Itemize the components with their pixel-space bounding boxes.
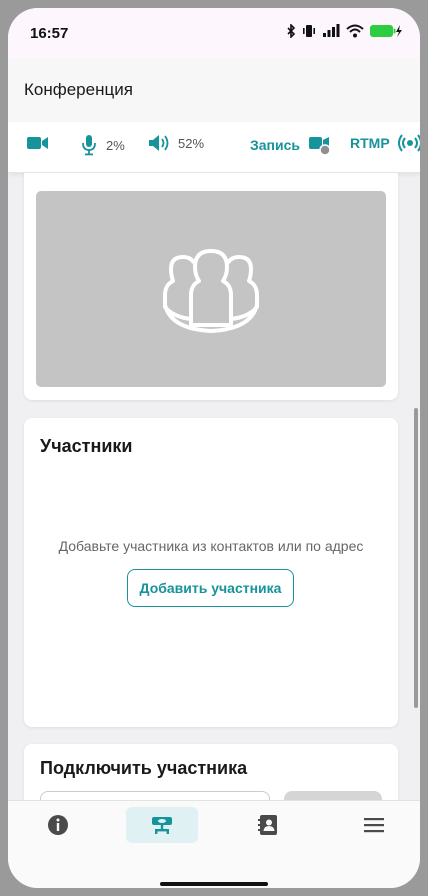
battery-charging-icon: [370, 25, 402, 37]
status-time: 16:57: [30, 25, 69, 42]
info-icon: [48, 815, 68, 835]
contacts-icon: [258, 815, 277, 835]
mic-level: 2%: [106, 137, 125, 153]
home-indicator[interactable]: [160, 882, 268, 886]
scroll-content[interactable]: Участники Добавьте участника из контакто…: [8, 173, 420, 800]
participants-hint: Добавьте участника из контактов или по а…: [58, 538, 364, 554]
address-input[interactable]: [40, 791, 270, 800]
nav-contacts[interactable]: [232, 807, 304, 843]
menu-icon: [364, 818, 384, 833]
scrollbar[interactable]: [414, 408, 418, 708]
video-preview[interactable]: [36, 191, 386, 387]
volume-level: 52%: [178, 135, 205, 151]
bluetooth-icon: [287, 24, 296, 38]
connect-title: Подключить участника: [40, 758, 248, 778]
nav-menu[interactable]: [338, 807, 410, 843]
rtmp-button[interactable]: RTMP: [350, 134, 420, 152]
app-header: Конференция: [8, 58, 420, 123]
wifi-icon: [346, 24, 364, 38]
signal-icon: [323, 24, 340, 37]
record-label: Запись: [250, 137, 301, 153]
vibrate-icon: [303, 25, 315, 37]
camera-toggle[interactable]: [26, 134, 50, 152]
conference-toolbar: 2% 52% Запись RTMP: [8, 122, 420, 173]
connect-card: Подключить участника: [24, 744, 398, 800]
bottom-navigation: [8, 800, 420, 888]
nav-info[interactable]: [22, 807, 94, 843]
conference-icon: [152, 817, 172, 834]
status-bar: 16:57: [8, 8, 420, 58]
connect-button[interactable]: [284, 791, 382, 800]
group-icon: [163, 249, 259, 333]
nav-conference[interactable]: [126, 807, 198, 843]
page-title: Конференция: [24, 80, 133, 99]
microphone-toggle[interactable]: 2%: [80, 134, 125, 156]
rtmp-label: RTMP: [350, 135, 390, 151]
record-button[interactable]: Запись: [250, 134, 332, 156]
video-camera-icon: [27, 137, 48, 149]
add-participant-button[interactable]: Добавить участника: [127, 569, 294, 607]
record-camera-icon: [309, 137, 331, 156]
status-icons: [286, 24, 402, 38]
video-card: [24, 173, 398, 400]
phone-screen: 16:57 Конференция 2% 52% Запись RTMP Уча…: [8, 8, 420, 888]
speaker-icon: [149, 135, 169, 151]
participants-title: Участники: [40, 436, 133, 456]
participants-card: Участники Добавьте участника из контакто…: [24, 418, 398, 727]
speaker-toggle[interactable]: 52%: [148, 134, 204, 152]
microphone-icon: [82, 135, 96, 156]
broadcast-icon: [397, 134, 420, 152]
